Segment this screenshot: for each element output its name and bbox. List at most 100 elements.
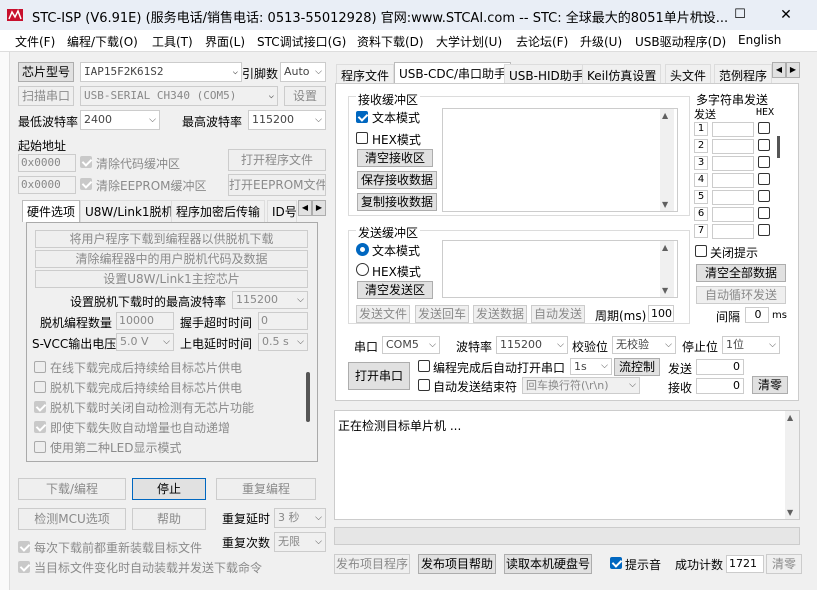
menu-tools[interactable]: 工具(T): [152, 33, 193, 50]
menu-forum[interactable]: 去论坛(F): [516, 33, 568, 50]
offline-option-checkbox[interactable]: [34, 381, 46, 393]
open-serial-port-button[interactable]: 打开串口: [348, 362, 410, 390]
baud-rate-select[interactable]: 115200 ⌵: [496, 336, 568, 354]
multi-hex-checkbox[interactable]: [758, 224, 770, 236]
help-button[interactable]: 帮助: [132, 508, 206, 530]
menu-program[interactable]: 编程/下载(O): [67, 33, 138, 50]
offline-option-checkbox[interactable]: [34, 441, 46, 453]
multi-string-field[interactable]: [712, 207, 754, 222]
auto-send-button[interactable]: 自动发送: [531, 305, 585, 323]
newline-select[interactable]: 回车换行符(\r\n) ⌵: [522, 377, 640, 394]
send-enter-button[interactable]: 发送回车: [415, 305, 469, 323]
multi-row-number[interactable]: 3: [694, 156, 708, 170]
menu-interface[interactable]: 界面(L): [205, 33, 245, 50]
multi-row-number[interactable]: 4: [694, 173, 708, 187]
menu-university[interactable]: 大学计划(U): [436, 33, 502, 50]
tab-encrypted-transfer[interactable]: 程序加密后传输: [171, 200, 266, 222]
multi-row-number[interactable]: 7: [694, 224, 708, 238]
send-text-mode-radio[interactable]: [356, 243, 369, 256]
offline-option-checkbox[interactable]: [34, 361, 46, 373]
tab-u8w-offline[interactable]: U8W/Link1脱机: [80, 200, 179, 222]
log-scrollbar[interactable]: ▲ ▼: [785, 411, 799, 519]
multi-string-field[interactable]: [712, 156, 754, 171]
clear-receive-button[interactable]: 清空接收区: [357, 149, 433, 167]
multi-string-field[interactable]: [712, 139, 754, 154]
multi-row-number[interactable]: 2: [694, 139, 708, 153]
stop-bits-select[interactable]: 1位 ⌵: [722, 336, 780, 354]
clear-code-buffer-checkbox[interactable]: [80, 156, 92, 168]
scan-port-button[interactable]: 扫描串口: [18, 86, 74, 106]
pin-count-select[interactable]: Auto ⌵: [280, 62, 326, 82]
period-field[interactable]: 100: [648, 305, 674, 322]
tab-hardware-options[interactable]: 硬件选项: [22, 200, 81, 222]
auto-reload-checkbox[interactable]: [18, 561, 30, 573]
multi-hex-checkbox[interactable]: [758, 122, 770, 134]
port-select[interactable]: USB-SERIAL CH340 (COM5) ⌵: [80, 86, 278, 106]
max-baud-select[interactable]: 115200 ⌵: [248, 110, 326, 130]
maximize-button[interactable]: ☐: [717, 0, 763, 30]
open-eeprom-file-button[interactable]: 打开EEPROM文件: [228, 174, 326, 196]
recv-hex-mode-checkbox[interactable]: [356, 132, 368, 144]
send-scrollbar[interactable]: ▲ ▼: [660, 241, 674, 297]
read-disk-id-button[interactable]: 读取本机硬盘号: [504, 554, 592, 574]
multi-row-number[interactable]: 5: [694, 190, 708, 204]
clear-send-button[interactable]: 清空发送区: [357, 281, 433, 299]
offline-max-baud-select[interactable]: 115200 ⌵: [232, 291, 308, 309]
clear-eeprom-buffer-checkbox[interactable]: [80, 178, 92, 190]
auto-end-char-checkbox[interactable]: [418, 379, 430, 391]
handshake-timeout-field[interactable]: 0: [258, 312, 308, 330]
copy-receive-button[interactable]: 复制接收数据: [357, 193, 437, 211]
multi-string-field[interactable]: [712, 122, 754, 137]
auto-open-port-checkbox[interactable]: [418, 360, 430, 372]
receive-scrollbar[interactable]: ▲ ▼: [660, 109, 674, 211]
send-file-button[interactable]: 发送文件: [356, 305, 410, 323]
repeat-program-button[interactable]: 重复编程: [216, 478, 316, 500]
menu-debug[interactable]: STC调试接口(G): [257, 33, 346, 50]
multi-hex-checkbox[interactable]: [758, 139, 770, 151]
tab-scroll-left-button[interactable]: ◀: [298, 200, 312, 216]
offline-option-checkbox[interactable]: [34, 401, 46, 413]
save-receive-button[interactable]: 保存接收数据: [357, 171, 437, 189]
repeat-count-select[interactable]: 无限 ⌵: [274, 532, 326, 552]
multi-string-scrollbar[interactable]: [777, 136, 780, 158]
offline-count-field[interactable]: 10000: [116, 312, 174, 330]
menu-upgrade[interactable]: 升级(U): [580, 33, 622, 50]
multi-hex-checkbox[interactable]: [758, 173, 770, 185]
set-master-chip-button[interactable]: 设置U8W/Link1主控芯片: [35, 270, 308, 288]
options-scrollbar[interactable]: [306, 372, 310, 422]
send-data-button[interactable]: 发送数据: [473, 305, 527, 323]
reload-each-download-checkbox[interactable]: [18, 541, 30, 553]
tab-serial-assistant[interactable]: USB-CDC/串口助手: [394, 62, 512, 84]
download-program-button[interactable]: 下载/编程: [18, 478, 126, 500]
stop-button[interactable]: 停止: [132, 478, 206, 500]
clear-all-data-button[interactable]: 清空全部数据: [696, 264, 786, 282]
chip-model-select[interactable]: IAP15F2K61S2 ⌵: [80, 62, 242, 82]
eeprom-start-address-field[interactable]: 0x0000: [18, 176, 76, 194]
multi-string-field[interactable]: [712, 173, 754, 188]
repeat-delay-select[interactable]: 3 秒 ⌵: [274, 508, 326, 528]
code-start-address-field[interactable]: 0x0000: [18, 154, 76, 172]
serial-port-select[interactable]: COM5 ⌵: [382, 336, 440, 354]
menu-usb-driver[interactable]: USB驱动程序(D): [635, 33, 726, 50]
close-tip-checkbox[interactable]: [695, 245, 707, 257]
open-program-file-button[interactable]: 打开程序文件: [228, 149, 326, 171]
multi-hex-checkbox[interactable]: [758, 207, 770, 219]
menu-english[interactable]: English: [738, 33, 781, 47]
clear-programmer-code-button[interactable]: 清除编程器中的用户脱机代码及数据: [35, 250, 308, 268]
sound-tip-checkbox[interactable]: [610, 557, 622, 569]
multi-row-number[interactable]: 6: [694, 207, 708, 221]
receive-textarea[interactable]: [442, 108, 678, 212]
clear-counts-button[interactable]: 清零: [752, 376, 788, 394]
svcc-voltage-select[interactable]: 5.0 V ⌵: [116, 333, 174, 351]
clear-success-count-button[interactable]: 清零: [766, 554, 802, 574]
min-baud-select[interactable]: 2400 ⌵: [80, 110, 160, 130]
multi-string-field[interactable]: [712, 224, 754, 239]
multi-hex-checkbox[interactable]: [758, 190, 770, 202]
close-button[interactable]: ✕: [763, 0, 809, 30]
chip-model-button[interactable]: 芯片型号: [18, 62, 74, 82]
menu-docs[interactable]: 资料下载(D): [357, 33, 424, 50]
multi-hex-checkbox[interactable]: [758, 156, 770, 168]
flow-control-button[interactable]: 流控制: [614, 358, 660, 376]
power-delay-select[interactable]: 0.5 s ⌵: [258, 333, 308, 351]
port-settings-button[interactable]: 设置: [284, 86, 326, 106]
